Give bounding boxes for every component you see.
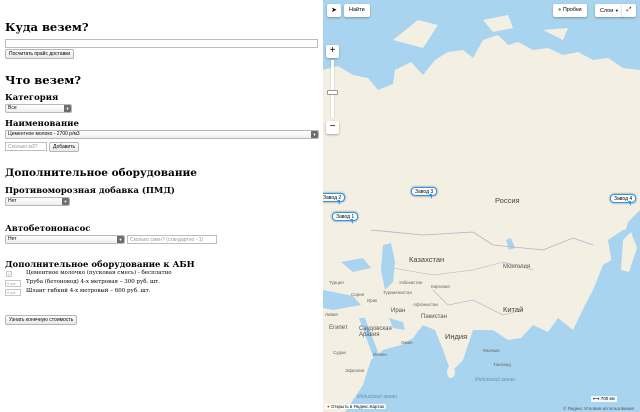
final-price-button[interactable]: Узнать конечную стоимость: [5, 315, 78, 325]
find-button[interactable]: Найти: [344, 4, 370, 17]
label-kazakhstan: Казахстан: [409, 255, 445, 264]
label-sudan: Судан: [333, 350, 346, 355]
label-iran: Иран: [391, 308, 406, 314]
where-heading: Куда везем?: [5, 20, 89, 34]
map-geography: [323, 0, 640, 412]
label-china: Китай: [503, 305, 524, 314]
scale-label: 700 км: [600, 396, 615, 401]
abn-qty-3[interactable]: 0 шт.: [5, 289, 21, 296]
terms-link[interactable]: © Яндекс Условия использования: [563, 406, 634, 411]
fullscreen-button[interactable]: ⤢: [622, 4, 636, 17]
ruler-icon: ⟷: [593, 396, 600, 401]
expand-icon: ⤢: [626, 7, 632, 13]
yandex-map[interactable]: ➤ Найти ● Пробки Слои ▼ ⤢ + − Завод 3 За…: [323, 0, 640, 412]
label-indian-ocean-1: Индийский океан: [475, 377, 515, 383]
abn-item-1: Цементное молочко (пусковая смесь) - бес…: [26, 270, 172, 276]
pump-select[interactable]: Нет ▼: [5, 235, 125, 244]
abn-qty-2[interactable]: 0 шт.: [5, 280, 21, 287]
label-mongolia: Монголия: [503, 264, 531, 270]
locate-button[interactable]: ➤: [327, 4, 341, 17]
yandex-pin-icon: ●: [327, 404, 330, 409]
zoom-out-button[interactable]: −: [326, 121, 339, 134]
marker-zavod-3[interactable]: Завод 3: [411, 187, 438, 199]
name-value: Цементное молоко - 2700 р/м3: [8, 131, 80, 137]
chevron-down-icon: ▼: [62, 198, 69, 205]
pump-value: Нет: [8, 236, 17, 242]
marker-zavod-4[interactable]: Завод 4: [610, 194, 637, 206]
antifreeze-label: Противоморозная добавка (ПМД): [5, 186, 175, 196]
marker-zavod-2[interactable]: Завод 2: [323, 193, 346, 205]
zoom-slider-track[interactable]: [331, 60, 334, 118]
open-link-label: Открыть в Яндекс.Картах: [330, 404, 385, 409]
label-kyrgyzstan: Киргизия: [431, 284, 450, 289]
label-turkey: Турция: [329, 280, 344, 285]
category-label: Категория: [5, 93, 59, 103]
marker-zavod-1[interactable]: Завод 1: [332, 212, 359, 224]
label-uzbekistan: Узбекистан: [399, 280, 423, 285]
delivery-form: Куда везем? Посчитать прайс доставки Что…: [0, 0, 323, 412]
label-ethiopia: Эфиопия: [345, 368, 365, 373]
zoom-slider-thumb[interactable]: [327, 90, 338, 95]
antifreeze-value: Нет: [8, 198, 17, 204]
category-value: Все: [8, 105, 17, 111]
layers-label: Слои: [600, 8, 614, 14]
calc-price-button[interactable]: Посчитать прайс доставки: [5, 49, 75, 59]
name-label: Наименование: [5, 119, 79, 129]
traffic-light-icon: ●: [558, 7, 562, 13]
name-select[interactable]: Цементное молоко - 2700 р/м3 ▼: [5, 130, 319, 139]
pump-label: Автобетононасос: [5, 224, 91, 234]
zoom-in-button[interactable]: +: [326, 45, 339, 58]
chevron-down-icon: ▼: [311, 131, 318, 138]
abn-checkbox[interactable]: ✓: [6, 271, 12, 277]
address-input[interactable]: [5, 39, 318, 48]
add-button[interactable]: Добавить: [49, 142, 80, 152]
label-iraq: Ирак: [367, 298, 378, 303]
extra-heading: Дополнительное оборудование: [5, 167, 197, 179]
label-thailand: Таиланд: [493, 362, 511, 367]
antifreeze-select[interactable]: Нет ▼: [5, 197, 70, 206]
label-syria: Сирия: [351, 292, 365, 297]
label-russia: Россия: [495, 196, 520, 205]
pump-shifts-input[interactable]: Сколько смен? (стандартно - 1): [127, 235, 217, 244]
label-pakistan: Пакистан: [421, 314, 447, 320]
chevron-down-icon: ▼: [614, 8, 619, 13]
abn-item-2: Труба (бетоновод) 4-х метровая – 300 руб…: [26, 279, 160, 285]
label-afghanistan: Афганистан: [413, 302, 439, 307]
label-turkmenistan: Туркменистан: [383, 290, 413, 295]
category-select[interactable]: Все ▼: [5, 104, 72, 113]
quantity-input[interactable]: Сколько м3?: [5, 142, 47, 151]
open-in-yandex-link[interactable]: ● Открыть в Яндекс.Картах: [325, 404, 387, 409]
label-myanmar: Мьянма: [483, 348, 500, 353]
label-saudi: Саудовская Аравия: [359, 326, 392, 338]
label-india: Индия: [445, 332, 468, 341]
traffic-label: Пробки: [562, 7, 582, 13]
layers-button[interactable]: Слои ▼: [595, 4, 624, 17]
chevron-down-icon: ▼: [64, 105, 71, 112]
label-egypt: Египет: [329, 325, 348, 331]
chevron-down-icon: ▼: [117, 236, 124, 243]
scale-bar: ⟷ 700 км: [591, 396, 617, 402]
what-heading: Что везем?: [5, 73, 81, 87]
label-libya: Ливия: [325, 312, 338, 317]
label-yemen: Йемен: [373, 352, 387, 357]
traffic-button[interactable]: ● Пробки: [553, 4, 587, 17]
abn-label: Дополнительное оборудование к АБН: [5, 260, 195, 270]
abn-item-3: Шланг гибкий 4-х метровый – 600 руб. шт.: [26, 288, 151, 294]
label-oman: Оман: [401, 340, 413, 345]
label-indian-ocean-2: Индийский океан: [357, 394, 397, 400]
location-arrow-icon: ➤: [331, 7, 337, 14]
